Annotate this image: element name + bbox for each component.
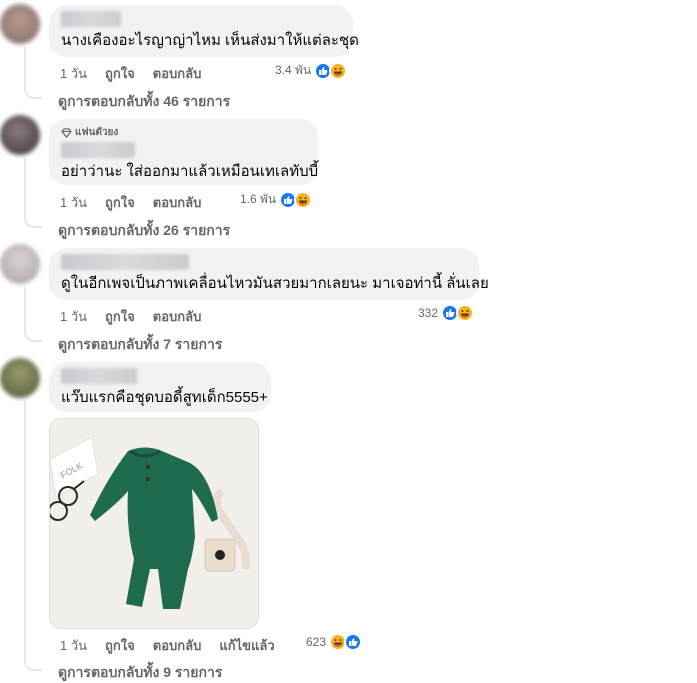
comment-actions: 1 วัน ถูกใจ ตอบกลับ	[60, 63, 201, 84]
reaction-count: 1.6 พัน	[240, 192, 277, 206]
reply-button[interactable]: ตอบกลับ	[153, 306, 202, 327]
reply-connector	[24, 158, 42, 228]
comment-bubble: แฟนตัวยง อย่าว่านะ ใส่ออกมาแล้วเหมือนเทเ…	[49, 119, 318, 185]
reaction-count: 332	[418, 306, 439, 320]
haha-icon	[294, 190, 313, 209]
haha-icon	[456, 304, 475, 322]
reaction-summary[interactable]: 332	[418, 304, 475, 322]
romper-image: FOLK	[50, 419, 258, 628]
reply-connector	[24, 47, 42, 99]
view-replies-link[interactable]: ดูการตอบกลับทั้ง 46 รายการ	[58, 91, 230, 113]
commenter-avatar[interactable]	[0, 4, 40, 44]
like-button[interactable]: ถูกใจ	[105, 306, 135, 327]
reaction-summary[interactable]: 623	[306, 633, 363, 651]
reaction-count: 623	[306, 635, 327, 649]
comment-actions: 1 วัน ถูกใจ ตอบกลับ	[60, 306, 201, 327]
commenter-name[interactable]	[61, 142, 135, 158]
view-replies-link[interactable]: ดูการตอบกลับทั้ง 26 รายการ	[58, 220, 230, 242]
view-replies-link[interactable]: ดูการตอบกลับทั้ง 9 รายการ	[58, 662, 222, 683]
like-button[interactable]: ถูกใจ	[105, 635, 135, 656]
commenter-avatar[interactable]	[0, 115, 40, 155]
reply-button[interactable]: ตอบกลับ	[153, 192, 202, 213]
like-button[interactable]: ถูกใจ	[105, 63, 135, 84]
reply-button[interactable]: ตอบกลับ	[153, 63, 202, 84]
comment-text: อย่าว่านะ ใส่ออกมาแล้วเหมือนเทเลทับบี้	[61, 163, 319, 180]
commenter-avatar[interactable]	[0, 244, 40, 284]
thread-line	[24, 400, 26, 662]
edited-label[interactable]: แก้ไขแล้ว	[219, 635, 274, 656]
reply-connector	[24, 640, 42, 671]
reply-button[interactable]: ตอบกลับ	[153, 635, 202, 656]
comment-photo[interactable]: FOLK	[49, 418, 259, 629]
comment-text: ดูในอีกเพจเป็นภาพเคลื่อนไหวมันสวยมากเลยน…	[61, 275, 489, 292]
comment-actions: 1 วัน ถูกใจ ตอบกลับ	[60, 192, 201, 213]
comment-time[interactable]: 1 วัน	[60, 63, 87, 84]
reaction-count: 3.4 พัน	[275, 63, 312, 77]
haha-icon	[329, 61, 348, 80]
commenter-avatar[interactable]	[0, 358, 40, 398]
top-fan-label: แฟนตัวยง	[75, 127, 119, 138]
comment-bubble: นางเคืองอะไรญาญ่าไหม เห็นส่งมาให้แต่ละชุ…	[49, 5, 359, 57]
like-icon	[344, 633, 363, 651]
comment-bubble: ดูในอีกเพจเป็นภาพเคลื่อนไหวมันสวยมากเลยน…	[49, 248, 489, 300]
comment-actions: 1 วัน ถูกใจ ตอบกลับ แก้ไขแล้ว	[60, 635, 275, 656]
comment-text: นางเคืองอะไรญาญ่าไหม เห็นส่งมาให้แต่ละชุ…	[61, 32, 359, 49]
top-fan-badge[interactable]: แฟนตัวยง	[61, 125, 306, 140]
commenter-name[interactable]	[61, 368, 137, 384]
comment-bubble: แว๊บแรกคือชุดบอดี้สูทเด็ก5555+	[49, 362, 271, 412]
comment-time[interactable]: 1 วัน	[60, 192, 87, 213]
diamond-icon	[61, 127, 72, 138]
comment-text: แว๊บแรกคือชุดบอดี้สูทเด็ก5555+	[61, 389, 268, 406]
commenter-name[interactable]	[61, 254, 189, 270]
reaction-summary[interactable]: 3.4 พัน	[275, 61, 348, 80]
comment-time[interactable]: 1 วัน	[60, 635, 87, 656]
reaction-summary[interactable]: 1.6 พัน	[240, 190, 313, 209]
reply-connector	[24, 287, 42, 342]
like-button[interactable]: ถูกใจ	[105, 192, 135, 213]
comment-time[interactable]: 1 วัน	[60, 306, 87, 327]
commenter-name[interactable]	[61, 11, 121, 27]
view-replies-link[interactable]: ดูการตอบกลับทั้ง 7 รายการ	[58, 334, 222, 356]
